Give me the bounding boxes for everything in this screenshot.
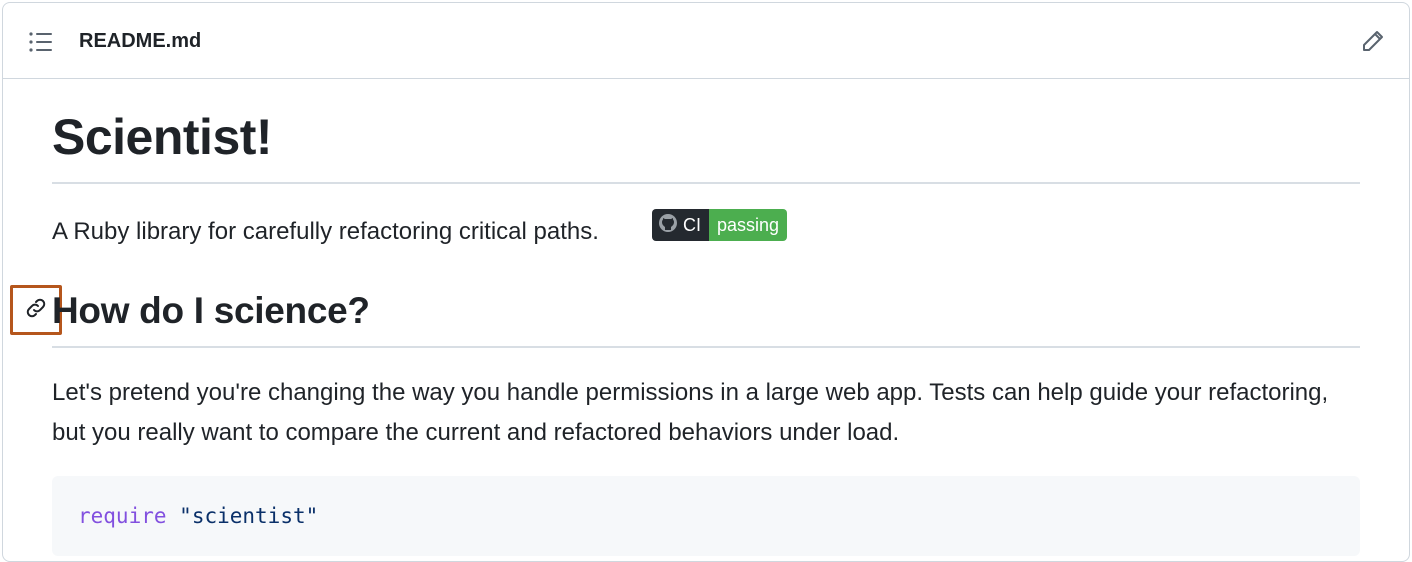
code-string: "scientist" bbox=[179, 504, 319, 528]
file-name: README.md bbox=[79, 30, 202, 52]
list-icon[interactable] bbox=[29, 31, 53, 58]
ci-status-badge[interactable]: CI passing bbox=[652, 209, 788, 241]
pencil-icon[interactable] bbox=[1361, 29, 1385, 58]
badge-status: passing bbox=[709, 209, 788, 241]
page-title: Scientist! bbox=[52, 109, 273, 165]
section-heading: How do I science? bbox=[52, 290, 370, 331]
intro-text: A Ruby library for carefully refactoring… bbox=[52, 218, 599, 245]
github-icon bbox=[658, 213, 678, 238]
readme-header: README.md bbox=[3, 3, 1409, 79]
section-body: Let's pretend you're changing the way yo… bbox=[52, 379, 1329, 446]
code-keyword: require bbox=[78, 504, 167, 528]
code-block: require "scientist" bbox=[52, 476, 1360, 556]
badge-label: CI bbox=[683, 214, 701, 235]
section-divider bbox=[52, 346, 1360, 348]
title-divider bbox=[52, 182, 1360, 184]
link-icon bbox=[24, 296, 48, 325]
